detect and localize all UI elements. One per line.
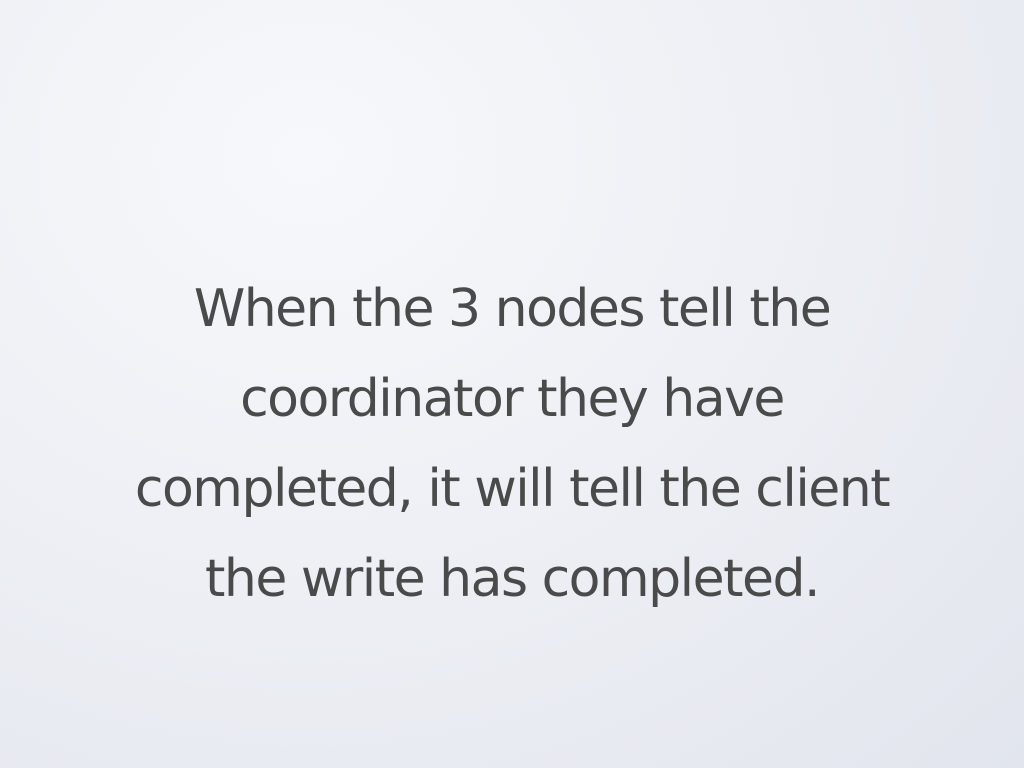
slide-text-line-4: the write has completed. xyxy=(205,549,821,609)
slide-text-line-3: completed, it will tell the client xyxy=(134,459,891,519)
slide-text-line-2: coordinator they have xyxy=(240,369,785,429)
slide-body-text: When the 3 nodes tell the coordinator th… xyxy=(40,264,984,624)
slide: When the 3 nodes tell the coordinator th… xyxy=(0,0,1024,768)
slide-text-line-1: When the 3 nodes tell the xyxy=(193,279,832,339)
